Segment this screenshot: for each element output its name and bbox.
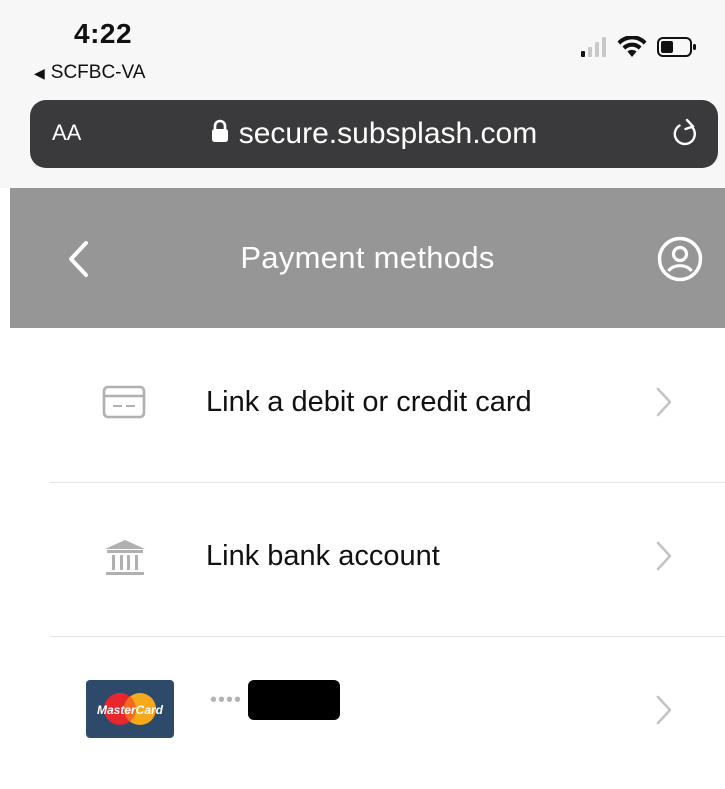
- back-to-app-button[interactable]: ◀ SCFBC-VA: [34, 62, 145, 84]
- credit-card-icon: [102, 384, 146, 425]
- back-triangle-icon: ◀: [34, 64, 45, 81]
- status-icons: [581, 35, 697, 63]
- link-card-option[interactable]: Link a debit or credit card: [50, 328, 725, 483]
- link-bank-label: Link bank account: [206, 540, 440, 572]
- reload-icon: [670, 118, 700, 154]
- battery-icon: [657, 37, 697, 62]
- bank-icon: [102, 538, 148, 583]
- mastercard-logo-icon: MasterCard: [86, 680, 174, 743]
- masked-card-number: ••••: [210, 680, 341, 720]
- status-time: 4:22: [74, 18, 133, 49]
- page-title: Payment methods: [240, 240, 495, 275]
- status-bar: 4:22 ◀ SCFBC-VA: [0, 0, 725, 98]
- browser-toolbar: AA secure.subsplash.com: [0, 98, 725, 188]
- chevron-right-icon: [655, 694, 673, 731]
- wifi-icon: [617, 35, 647, 63]
- profile-button[interactable]: [657, 236, 703, 287]
- cellular-signal-icon: [581, 37, 607, 62]
- redacted-digits: [248, 680, 341, 720]
- chevron-right-icon: [655, 540, 673, 577]
- link-card-label: Link a debit or credit card: [206, 386, 532, 418]
- svg-text:MasterCard: MasterCard: [97, 703, 164, 717]
- lock-icon: [211, 117, 229, 151]
- link-bank-option[interactable]: Link bank account: [50, 482, 725, 637]
- reload-button[interactable]: [670, 118, 700, 155]
- screen: 4:22 ◀ SCFBC-VA AA secure.subsplash.com …: [0, 0, 725, 789]
- masked-dots: ••••: [210, 688, 243, 711]
- saved-card-option[interactable]: MasterCard ••••: [50, 636, 725, 789]
- app-header: Payment methods: [10, 188, 725, 328]
- address-bar[interactable]: AA secure.subsplash.com: [30, 100, 718, 168]
- url-domain: secure.subsplash.com: [238, 117, 538, 150]
- url-display[interactable]: secure.subsplash.com: [30, 100, 718, 168]
- chevron-right-icon: [655, 386, 673, 423]
- profile-icon: [657, 236, 703, 286]
- back-app-label: SCFBC-VA: [50, 62, 146, 83]
